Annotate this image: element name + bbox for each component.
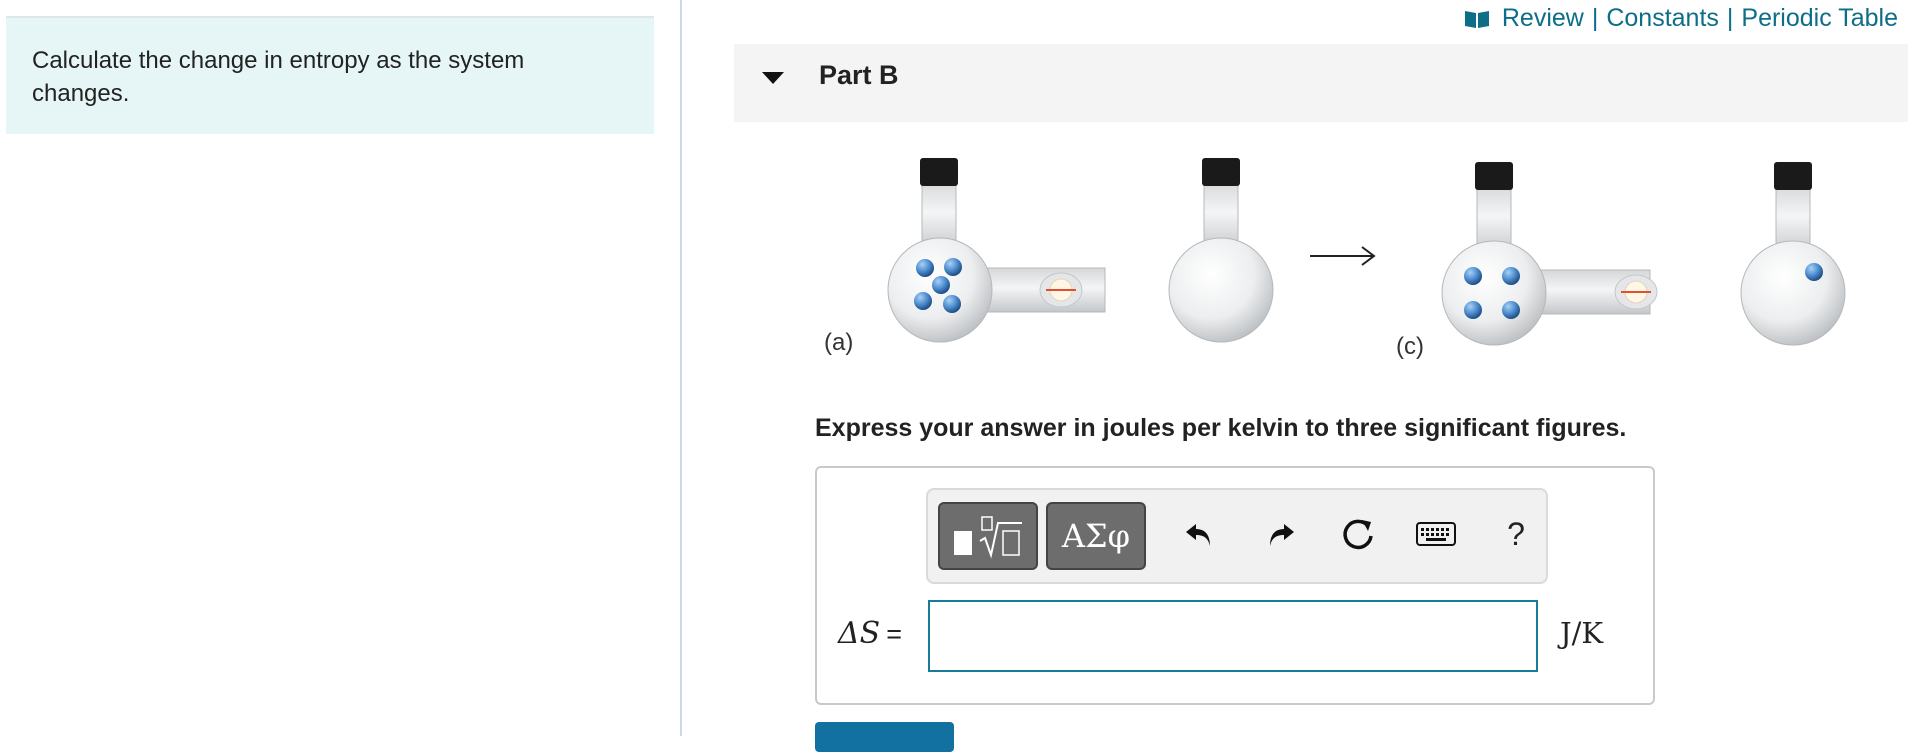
undo-icon[interactable] (1176, 510, 1224, 558)
reset-icon[interactable] (1334, 510, 1382, 558)
apparatus-c (1441, 162, 1846, 346)
constants-link[interactable]: Constants (1606, 4, 1719, 33)
answer-input[interactable] (928, 600, 1538, 672)
symbols-button[interactable]: ΑΣφ (1046, 502, 1146, 570)
intro-box: Calculate the change in entropy as the s… (6, 18, 654, 134)
part-title: Part B (819, 60, 899, 90)
delta-s-label: ΔS = (838, 616, 902, 651)
variable-label: ΔS (838, 616, 881, 651)
apparatus-a (887, 158, 1274, 343)
math-toolbar: ΑΣφ ? (926, 488, 1548, 584)
top-links: Review | Constants | Periodic Table (1464, 4, 1898, 33)
flask-figure: (a) (c) (824, 158, 1846, 360)
book-icon (1464, 10, 1489, 28)
templates-icon (954, 516, 1022, 559)
part-header[interactable]: Part B (734, 44, 1908, 122)
link-separator: | (1591, 4, 1599, 32)
panel-divider (680, 0, 682, 736)
help-button[interactable]: ? (1492, 510, 1540, 558)
link-separator: | (1726, 4, 1734, 32)
arrow-icon (1310, 246, 1376, 266)
periodic-table-link[interactable]: Periodic Table (1741, 4, 1898, 33)
redo-icon[interactable] (1256, 510, 1304, 558)
label-c: (c) (1396, 333, 1424, 360)
submit-button[interactable] (815, 722, 954, 752)
templates-button[interactable] (938, 502, 1038, 570)
label-a: (a) (824, 329, 853, 356)
review-link[interactable]: Review (1502, 4, 1584, 33)
caret-down-icon[interactable] (762, 72, 784, 84)
intro-text: Calculate the change in entropy as the s… (32, 47, 525, 107)
equals-sign: = (886, 619, 902, 649)
keyboard-icon[interactable] (1412, 510, 1460, 558)
answer-instructions: Express your answer in joules per kelvin… (815, 414, 1627, 442)
unit-label: J/K (1560, 616, 1604, 650)
